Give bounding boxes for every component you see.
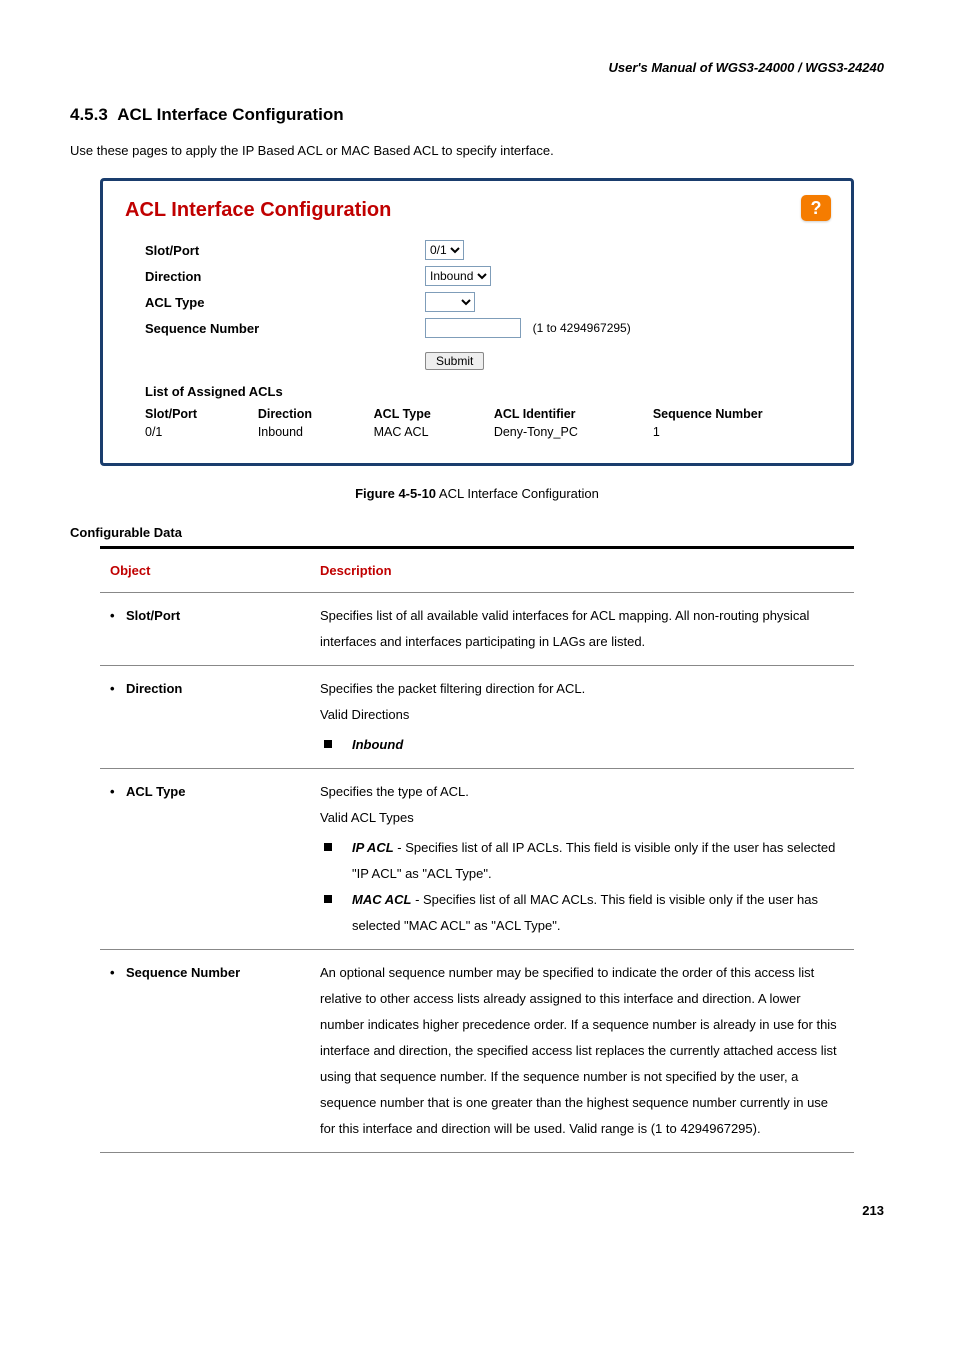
desc-acl-type: Specifies the type of ACL. Valid ACL Typ…	[310, 769, 854, 950]
configurable-data-heading: Configurable Data	[70, 525, 884, 540]
desc-seq-number: An optional sequence number may be speci…	[310, 950, 854, 1153]
table-row: Sequence Number An optional sequence num…	[100, 950, 854, 1153]
help-icon[interactable]: ?	[801, 195, 831, 221]
section-heading: 4.5.3 ACL Interface Configuration	[70, 105, 884, 125]
header-object: Object	[100, 548, 310, 593]
bullet-mac-acl: MAC ACL	[352, 892, 411, 907]
seq-num-hint: (1 to 4294967295)	[533, 321, 631, 335]
page-number: 213	[70, 1203, 884, 1218]
desc-direction-lead: Specifies the packet filtering direction…	[320, 676, 844, 702]
seq-num-label: Sequence Number	[125, 321, 425, 336]
desc-direction: Specifies the packet filtering direction…	[310, 666, 854, 769]
description-table: Object Description Slot/Port Specifies l…	[100, 546, 854, 1153]
acl-type-label: ACL Type	[125, 295, 425, 310]
assigned-acls-table: Slot/Port Direction ACL Type ACL Identif…	[125, 405, 829, 441]
object-direction: Direction	[110, 681, 182, 696]
list-item: MAC ACL - Specifies list of all MAC ACLs…	[324, 887, 844, 939]
cell-seq: 1	[633, 423, 829, 441]
object-seq-number: Sequence Number	[110, 965, 240, 980]
direction-label: Direction	[125, 269, 425, 284]
acl-type-select[interactable]	[425, 292, 475, 312]
figure-caption: Figure 4-5-10 ACL Interface Configuratio…	[70, 486, 884, 501]
figure-title: ACL Interface Configuration	[436, 486, 599, 501]
desc-acl-type-sub: Valid ACL Types	[320, 805, 844, 831]
table-row: Direction Specifies the packet filtering…	[100, 666, 854, 769]
header-description: Description	[310, 548, 854, 593]
object-slot-port: Slot/Port	[110, 608, 180, 623]
slot-port-select[interactable]: 0/1	[425, 240, 464, 260]
cell-slot-port: 0/1	[125, 423, 238, 441]
table-row: Slot/Port Specifies list of all availabl…	[100, 593, 854, 666]
section-title: ACL Interface Configuration	[117, 105, 343, 124]
seq-num-input[interactable]	[425, 318, 521, 338]
object-acl-type: ACL Type	[110, 784, 185, 799]
cell-acl-type: MAC ACL	[354, 423, 474, 441]
desc-acl-type-lead: Specifies the type of ACL.	[320, 779, 844, 805]
col-seq-number: Sequence Number	[633, 405, 829, 423]
bullet-inbound: Inbound	[352, 737, 403, 752]
col-acl-type: ACL Type	[354, 405, 474, 423]
list-item: IP ACL - Specifies list of all IP ACLs. …	[324, 835, 844, 887]
bullet-ip-acl: IP ACL	[352, 840, 394, 855]
desc-slot-port: Specifies list of all available valid in…	[310, 593, 854, 666]
screenshot-panel: ? ACL Interface Configuration Slot/Port …	[100, 178, 854, 466]
list-item: Inbound	[324, 732, 844, 758]
cell-direction: Inbound	[238, 423, 354, 441]
col-slot-port: Slot/Port	[125, 405, 238, 423]
desc-direction-sub: Valid Directions	[320, 702, 844, 728]
table-row: 0/1 Inbound MAC ACL Deny-Tony_PC 1	[125, 423, 829, 441]
cell-acl-id: Deny-Tony_PC	[474, 423, 633, 441]
submit-button[interactable]: Submit	[425, 352, 484, 370]
assigned-acls-heading: List of Assigned ACLs	[145, 384, 829, 399]
intro-text: Use these pages to apply the IP Based AC…	[70, 143, 884, 158]
slot-port-label: Slot/Port	[125, 243, 425, 258]
table-header-row: Slot/Port Direction ACL Type ACL Identif…	[125, 405, 829, 423]
panel-title: ACL Interface Configuration	[125, 199, 829, 222]
manual-header: User's Manual of WGS3-24000 / WGS3-24240	[70, 60, 884, 75]
section-number: 4.5.3	[70, 105, 108, 124]
col-acl-identifier: ACL Identifier	[474, 405, 633, 423]
figure-number: Figure 4-5-10	[355, 486, 436, 501]
direction-select[interactable]: Inbound	[425, 266, 491, 286]
col-direction: Direction	[238, 405, 354, 423]
table-row: ACL Type Specifies the type of ACL. Vali…	[100, 769, 854, 950]
